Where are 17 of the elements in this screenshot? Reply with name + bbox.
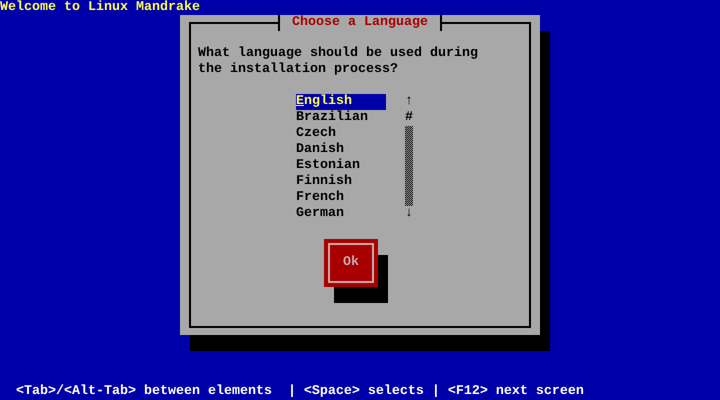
language-item[interactable]: German (296, 206, 386, 222)
language-item[interactable]: Czech (296, 126, 386, 142)
language-item[interactable]: Estonian (296, 158, 386, 174)
language-item[interactable]: Danish (296, 142, 386, 158)
scroll-down-arrow[interactable]: ↓ (405, 206, 413, 222)
prompt-text: What language should be used during the installation process? (198, 46, 479, 78)
scroll-up-arrow[interactable]: ↑ (405, 94, 413, 110)
language-item[interactable]: Brazilian (296, 110, 386, 126)
help-line: <Tab>/<Alt-Tab> between elements | <Space> selects | <F12> next screen (16, 384, 584, 400)
dialog-title: Choose a Language (278, 15, 442, 31)
ok-button[interactable]: Ok (324, 239, 378, 287)
language-item[interactable]: French (296, 190, 386, 206)
window-title: Welcome to Linux Mandrake (0, 0, 200, 16)
language-item[interactable]: Finnish (296, 174, 386, 190)
language-item[interactable]: English (296, 94, 386, 110)
scrollbar-track[interactable] (405, 126, 413, 206)
scroll-thumb[interactable]: # (405, 110, 413, 126)
